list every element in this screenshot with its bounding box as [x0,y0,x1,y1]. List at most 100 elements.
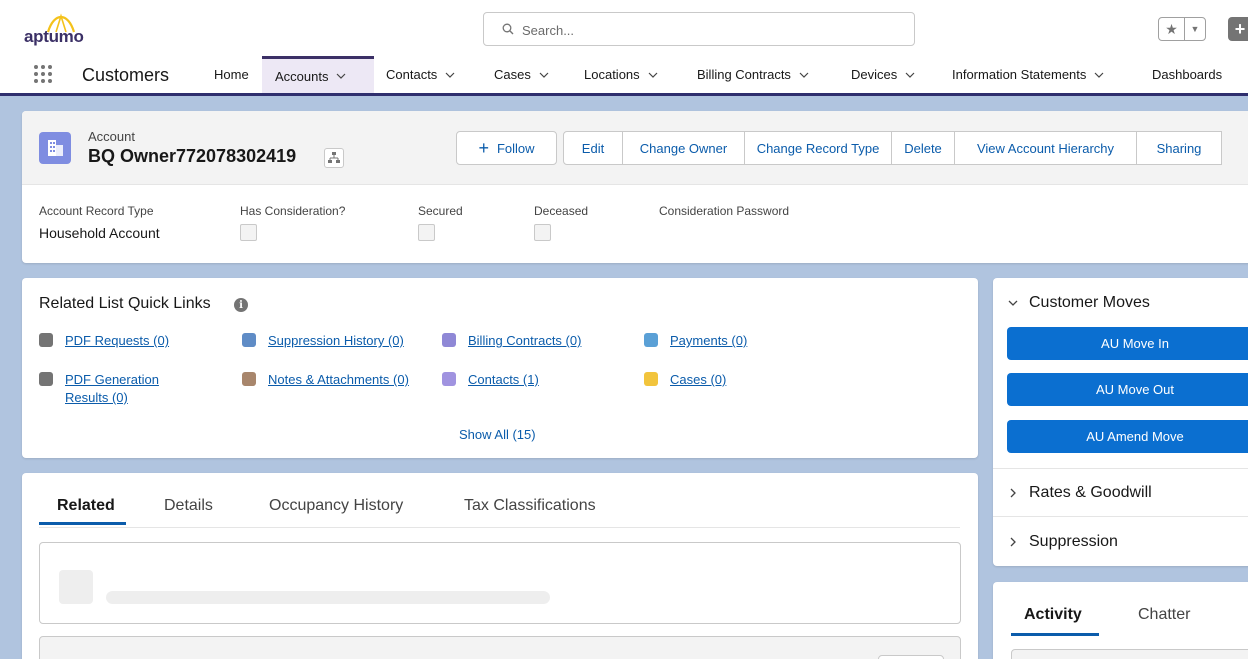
star-icon[interactable]: ★ [1159,18,1185,40]
nav-item-locations[interactable]: Locations [584,56,658,93]
nav-item-home[interactable]: Home [214,56,249,93]
tab-tax-classifications[interactable]: Tax Classifications [464,497,596,515]
payments-icon [644,333,658,347]
chevron-down-icon[interactable] [799,70,809,80]
nav-item-label: Contacts [386,67,438,82]
edit-button[interactable]: Edit [563,131,623,165]
section-title: Suppression [1029,533,1118,550]
tab-occupancy-history[interactable]: Occupancy History [269,497,403,515]
search-input[interactable] [522,20,902,40]
nav-item-billing-contracts[interactable]: Billing Contracts [697,56,809,93]
au-move-in-button[interactable]: AU Move In [1007,327,1248,360]
chevron-down-icon [1008,300,1018,306]
quick-link-label[interactable]: PDF Generation Results (0) [65,371,175,407]
quick-link-label[interactable]: Suppression History (0) [268,332,404,350]
button-label: AU Move In [1101,336,1169,351]
has-consideration-checkbox [240,224,257,241]
record-header-highlights: Account BQ Owner772078302419 + Follow Ed… [22,111,1248,185]
change-owner-label: Change Owner [639,140,728,156]
quick-link-label[interactable]: PDF Requests (0) [65,332,169,350]
section-divider [993,516,1248,517]
quick-link-label[interactable]: Payments (0) [670,332,747,350]
app-launcher-grid-icon[interactable] [34,65,54,85]
record-type-label: Account [88,129,135,144]
info-icon[interactable]: i [234,298,248,312]
quick-link-pdf-generation-results[interactable]: PDF Generation Results (0) [39,371,199,407]
nav-item-label: Accounts [275,68,329,84]
button-label: AU Move Out [1095,382,1175,397]
quick-link-suppression-history[interactable]: Suppression History (0) [242,332,404,350]
change-record-type-label: Change Record Type [756,140,880,156]
section-title: Customer Moves [1029,294,1150,311]
nav-item-dashboards[interactable]: Dashboards [1152,56,1222,93]
chevron-right-icon [1010,537,1016,547]
global-actions-plus-icon[interactable]: + [1228,17,1248,41]
record-name: BQ Owner772078302419 [88,146,297,166]
consideration-password-label: Consideration Password [659,204,790,218]
global-header: aptumo ★ ▼ + [0,0,1248,56]
quick-link-cases[interactable]: Cases (0) [644,371,726,389]
quick-link-label[interactable]: Billing Contracts (0) [468,332,581,350]
au-move-out-button[interactable]: AU Move Out [1007,373,1248,406]
view-hierarchy-label: View Account Hierarchy [976,140,1115,156]
nav-item-cases[interactable]: Cases [494,56,549,93]
view-account-hierarchy-button[interactable]: View Account Hierarchy [954,131,1137,165]
has-consideration-label: Has Consideration? [240,204,346,218]
deceased-label: Deceased [534,204,589,218]
quick-link-payments[interactable]: Payments (0) [644,332,747,350]
record-actions: + Follow Edit Change Owner Change Record… [456,131,1222,165]
record-tabs-card: Related Details Occupancy History Tax Cl… [22,473,978,659]
quick-link-billing-contracts[interactable]: Billing Contracts (0) [442,332,581,350]
tab-activity[interactable]: Activity [1024,606,1082,624]
chevron-down-icon[interactable] [539,70,549,80]
edit-label: Edit [581,140,605,156]
section-divider [993,468,1248,469]
active-tab-indicator [39,522,126,525]
nav-item-devices[interactable]: Devices [851,56,915,93]
active-tab-indicator [1011,633,1099,636]
chevron-down-icon[interactable] [445,70,455,80]
sharing-button[interactable]: Sharing [1136,131,1222,165]
change-owner-button[interactable]: Change Owner [622,131,745,165]
chevron-down-icon[interactable] [336,71,346,81]
follow-button[interactable]: + Follow [456,131,557,165]
change-record-type-button[interactable]: Change Record Type [744,131,892,165]
quick-link-label[interactable]: Notes & Attachments (0) [268,371,409,389]
delete-button[interactable]: Delete [891,131,955,165]
activity-composer [1011,649,1248,659]
section-customer-moves[interactable]: Customer Moves [1007,294,1150,312]
account-icon [39,132,71,164]
tab-related[interactable]: Related [57,497,115,515]
hierarchy-icon[interactable] [324,148,344,168]
tab-chatter[interactable]: Chatter [1138,606,1190,624]
chevron-down-icon[interactable]: ▼ [1185,18,1205,40]
account-record-type-label: Account Record Type [39,204,154,218]
quick-link-pdf-requests[interactable]: PDF Requests (0) [39,332,169,350]
aptumo-logo[interactable]: aptumo [24,10,104,46]
quick-link-notes-attachments[interactable]: Notes & Attachments (0) [242,371,409,389]
notes-attachments-icon [242,372,256,386]
loading-placeholder [39,542,961,624]
au-amend-move-button[interactable]: AU Amend Move [1007,420,1248,453]
side-actions-panel: Customer Moves AU Move In AU Move Out AU… [993,278,1248,566]
quick-link-label[interactable]: Contacts (1) [468,371,539,389]
nav-item-information-statements[interactable]: Information Statements [952,56,1104,93]
chevron-down-icon[interactable] [1094,70,1104,80]
nav-item-label: Locations [584,67,640,82]
chevron-down-icon[interactable] [905,70,915,80]
placeholder-square [59,570,93,604]
search-icon [502,23,514,35]
quick-link-contacts[interactable]: Contacts (1) [442,371,539,389]
secured-label: Secured [418,204,463,218]
tab-details[interactable]: Details [164,497,213,515]
nav-item-contacts[interactable]: Contacts [386,56,455,93]
section-suppression[interactable]: Suppression [1007,533,1118,551]
nav-item-accounts[interactable]: Accounts [262,56,374,93]
show-all-link[interactable]: Show All (15) [459,427,536,442]
chevron-down-icon[interactable] [648,70,658,80]
global-search[interactable] [483,12,915,46]
quick-link-label[interactable]: Cases (0) [670,371,726,389]
section-rates-goodwill[interactable]: Rates & Goodwill [1007,484,1152,502]
secured-checkbox [418,224,435,241]
nav-item-label: Home [214,67,249,82]
